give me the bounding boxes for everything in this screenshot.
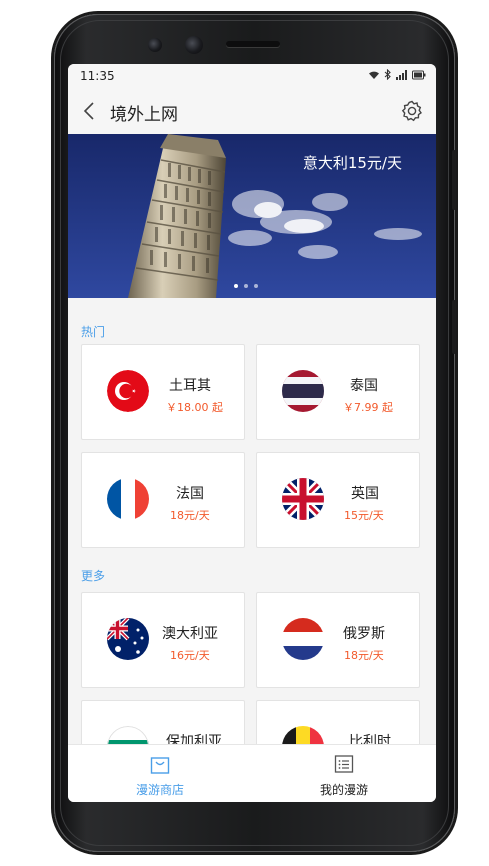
bluetooth-icon	[384, 69, 391, 80]
tab-label: 我的漫游	[319, 783, 368, 797]
back-arrow-icon[interactable]	[80, 101, 100, 121]
country-name: 法国	[176, 486, 204, 502]
battery-icon	[412, 70, 426, 79]
france-flag-icon	[107, 478, 149, 520]
earpiece-speaker	[226, 41, 280, 47]
country-card-russia[interactable]: 俄罗斯 18元/天	[256, 592, 420, 688]
country-card-france[interactable]: 法国 18元/天	[81, 452, 245, 548]
country-price: 15元/天	[344, 509, 384, 522]
status-icons	[368, 69, 426, 80]
country-price: 18元/天	[170, 509, 210, 522]
country-price: ￥7.99 起	[343, 401, 393, 414]
navigation-bar: 境外上网	[68, 88, 436, 134]
list-icon	[334, 755, 354, 773]
country-name: 俄罗斯	[343, 626, 385, 642]
uk-flag-icon	[282, 478, 324, 520]
tab-roaming-store[interactable]: 漫游商店	[68, 745, 252, 802]
signal-icon	[396, 69, 407, 80]
tab-label: 漫游商店	[135, 783, 184, 797]
country-name: 英国	[351, 486, 379, 502]
carousel-dot	[244, 284, 248, 288]
bottom-tab-bar: 漫游商店 我的漫游	[68, 744, 436, 802]
country-price: 18元/天	[344, 649, 384, 662]
country-card-thailand[interactable]: 泰国 ￥7.99 起	[256, 344, 420, 440]
promo-banner[interactable]: 意大利15元/天	[68, 134, 436, 298]
status-bar: 11:35	[68, 64, 436, 88]
volume-button	[452, 150, 456, 210]
carousel-dots	[234, 284, 258, 288]
app-screen: 11:35 境外上网 意大利15元/天 热门 土耳其 ￥18.00 起 泰国 ￥…	[68, 64, 436, 802]
tab-my-roaming[interactable]: 我的漫游	[252, 745, 436, 802]
section-hot-title: 热门	[81, 325, 106, 339]
power-button	[452, 300, 456, 354]
front-sensor	[148, 38, 162, 52]
country-card-australia[interactable]: 澳大利亚 16元/天	[81, 592, 245, 688]
carousel-dot	[254, 284, 258, 288]
country-card-turkey[interactable]: 土耳其 ￥18.00 起	[81, 344, 245, 440]
country-card-uk[interactable]: 英国 15元/天	[256, 452, 420, 548]
wifi-icon	[369, 71, 379, 79]
status-time: 11:35	[80, 69, 115, 83]
turkey-flag-icon	[107, 370, 149, 412]
shopping-bag-icon	[150, 757, 170, 774]
russia-flag-icon	[282, 618, 324, 660]
page-title: 境外上网	[110, 105, 178, 125]
country-name: 土耳其	[169, 378, 211, 394]
front-camera	[185, 36, 203, 54]
carousel-dot	[234, 284, 238, 288]
banner-caption: 意大利15元/天	[302, 154, 402, 172]
thailand-flag-icon	[282, 370, 324, 412]
australia-flag-icon	[107, 618, 149, 660]
country-price: ￥18.00 起	[166, 401, 223, 414]
country-price: 16元/天	[170, 649, 210, 662]
country-name: 澳大利亚	[162, 626, 218, 642]
country-name: 泰国	[350, 378, 378, 394]
section-more-title: 更多	[81, 569, 106, 583]
gear-icon[interactable]	[400, 99, 424, 123]
